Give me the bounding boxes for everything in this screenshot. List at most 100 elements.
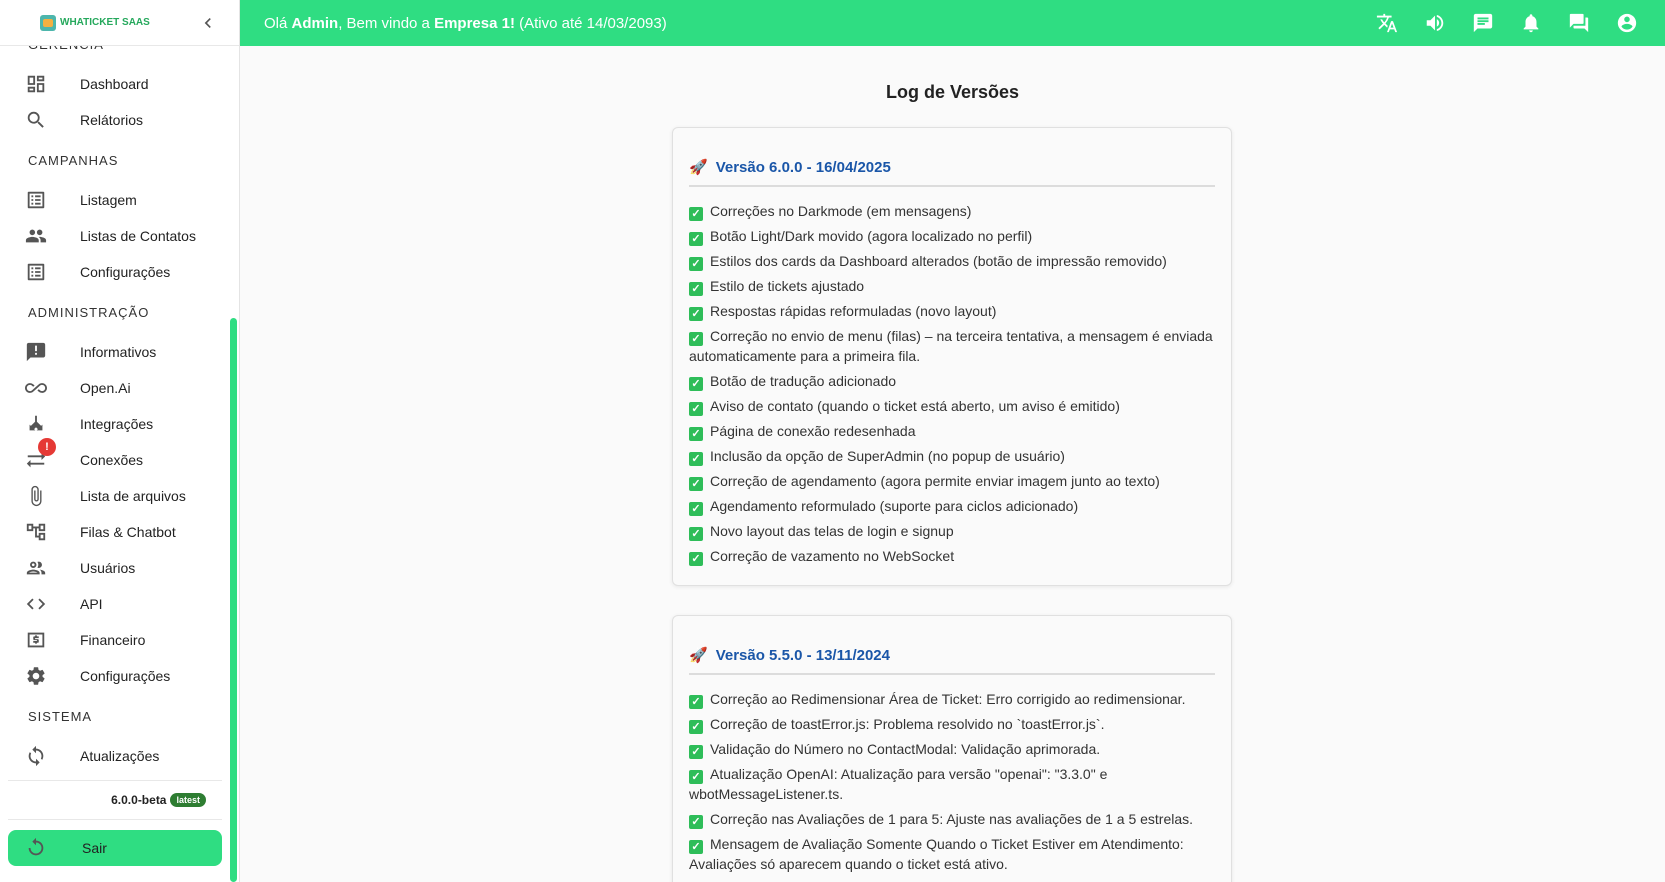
change-item: ✓ Novo layout das telas de login e signup [689,521,1215,541]
welcome-message: Olá Admin, Bem vindo a Empresa 1! (Ativo… [264,15,667,32]
change-text: Mensagem de Avaliação Somente Quando o T… [689,836,1184,872]
sidebar-item-label: Listagem [80,192,137,208]
checkbox-icon: ✓ [689,695,703,709]
change-text: Correção de agendamento (agora permite e… [710,473,1160,489]
internal-chat-button[interactable] [1555,0,1603,46]
version-title-text: Versão 6.0.0 - 16/04/2025 [715,158,891,176]
change-text: Correção no envio de menu (filas) – na t… [689,328,1213,364]
sidebar-item-filas-chatbot[interactable]: Filas & Chatbot [0,514,230,550]
sidebar-item-informativos[interactable]: Informativos [0,334,230,370]
change-item: ✓ Correção de vazamento no WebSocket [689,546,1215,566]
change-text: Correção de toastError.js: Problema reso… [710,716,1105,732]
translate-icon [1376,13,1398,33]
account-icon [1617,13,1637,33]
sidebar-item-api[interactable]: API [0,586,230,622]
change-item: ✓ Estilos dos cards da Dashboard alterado… [689,251,1215,271]
refresh-icon [24,744,48,768]
main-content[interactable]: Log de Versões 🚀 Versão 6.0.0 - 16/04/202… [240,46,1665,882]
sidebar-item-dashboard[interactable]: Dashboard [0,66,230,102]
sidebar-item-relatorios[interactable]: Relátorios [0,102,230,138]
change-text: Atualização OpenAI: Atualização para ver… [689,766,1108,802]
logout-icon [24,836,48,860]
change-item: ✓ Correção nas Avaliações de 1 para 5: Aj… [689,809,1215,829]
change-item: ✓ Mensagem de Avaliação Somente Quando o … [689,834,1215,874]
version-number: 6.0.0-beta [111,793,167,807]
collapse-sidebar-button[interactable] [197,12,219,34]
sidebar-item-listas-de-contatos[interactable]: Listas de Contatos [0,218,230,254]
version-card: 🚀 Versão 5.5.0 - 13/11/2024 ✓ Correção ao … [672,615,1232,882]
sidebar-scrollbar[interactable] [230,318,237,882]
sidebar-item-usuarios[interactable]: Usuários [0,550,230,586]
logo-icon [40,14,56,31]
latest-badge: latest [170,793,206,807]
sidebar-item-atualizacoes[interactable]: Atualizações [0,738,230,774]
sidebar-item-financeiro[interactable]: Financeiro [0,622,230,658]
change-text: Respostas rápidas reformuladas (novo lay… [710,303,997,319]
sidebar-item-openai[interactable]: Open.Ai [0,370,230,406]
topbar-actions [1363,0,1651,46]
translate-button[interactable] [1363,0,1411,46]
change-item: ✓ Atualização OpenAI: Atualização para ve… [689,764,1215,804]
change-item: ✓ Página de conexão redesenhada [689,421,1215,441]
sidebar-item-label: Atualizações [80,748,160,764]
sidebar-item-label: Usuários [80,560,136,576]
checkbox-icon: ✓ [689,527,703,541]
change-item: ✓ Correção ao Redimensionar Área de Ticke… [689,689,1215,709]
code-icon [24,592,48,616]
checkbox-icon: ✓ [689,282,703,296]
chat-icon [1473,13,1493,33]
change-text: Inclusão da opção de SuperAdmin (no popu… [710,448,1065,464]
change-text: Botão de tradução adicionado [710,373,897,389]
version-title: 🚀 Versão 6.0.0 - 16/04/2025 [689,158,1215,187]
greeting-middle: , Bem vindo a [338,14,435,32]
volume-button[interactable] [1411,0,1459,46]
sidebar-item-lista-de-arquivos[interactable]: Lista de arquivos [0,478,230,514]
sidebar-menu[interactable]: GERÊNCIA Dashboard Relátorios CAMPANHAS … [0,46,230,882]
checkbox-icon: ✓ [689,840,703,854]
checkbox-icon: ✓ [689,332,703,346]
sidebar-item-listagem[interactable]: Listagem [0,182,230,218]
change-item: ✓ Botão Light/Dark movido (agora localiza… [689,226,1215,246]
account-button[interactable] [1603,0,1651,46]
checkbox-icon: ✓ [689,552,703,566]
sidebar-item-integracoes[interactable]: Integrações [0,406,230,442]
list-icon [24,260,48,284]
volume-icon [1426,14,1444,32]
change-text: Correção ao Redimensionar Área de Ticket… [710,691,1186,707]
bell-icon [1523,14,1539,33]
infinity-icon [24,376,48,400]
version-info: 6.0.0-beta latest [8,780,222,820]
version-card: 🚀 Versão 6.0.0 - 16/04/2025 ✓ Correções no… [672,127,1232,586]
version-title-text: Versão 5.5.0 - 13/11/2024 [715,646,890,664]
app-logo[interactable]: WHATICKET SAAS [40,14,150,31]
sidebar-item-label: Configurações [80,668,171,684]
change-item: ✓ Correção no envio de menu (filas) – na … [689,326,1215,366]
rocket-icon: 🚀 [689,647,708,664]
sidebar-item-label: Relátorios [80,112,144,128]
change-text: Estilo de tickets ajustado [710,278,865,294]
chat-button[interactable] [1459,0,1507,46]
section-title-sistema: SISTEMA [28,709,93,724]
logout-button[interactable]: Sair [8,830,222,866]
change-item: ✓ Correção de agendamento (agora permite … [689,471,1215,491]
change-text: Página de conexão redesenhada [710,423,916,439]
notifications-button[interactable] [1507,0,1555,46]
search-icon [24,108,48,132]
checkbox-icon: ✓ [689,502,703,516]
sync-alt-icon: ! [24,438,56,472]
sidebar-item-configuracoes[interactable]: Configurações [0,658,230,694]
change-text: Agendamento reformulado (suporte para ci… [710,498,1079,514]
change-text: Correções no Darkmode (em mensagens) [710,203,972,219]
changes-list: ✓ Correção ao Redimensionar Área de Ticke… [689,689,1215,874]
checkbox-icon: ✓ [689,745,703,759]
logout-label: Sair [82,840,107,856]
change-item: ✓ Validação do Número no ContactModal: Va… [689,739,1215,759]
announcement-icon [24,340,48,364]
sidebar-item-campanhas-configuracoes[interactable]: Configurações [0,254,230,290]
sidebar-item-label: Dashboard [80,76,149,92]
change-item: ✓ Correção de toastError.js: Problema res… [689,714,1215,734]
sidebar-item-conexoes[interactable]: ! Conexões [0,438,230,478]
hub-icon [24,412,48,436]
change-text: Correção nas Avaliações de 1 para 5: Aju… [710,811,1194,827]
list-icon [24,188,48,212]
